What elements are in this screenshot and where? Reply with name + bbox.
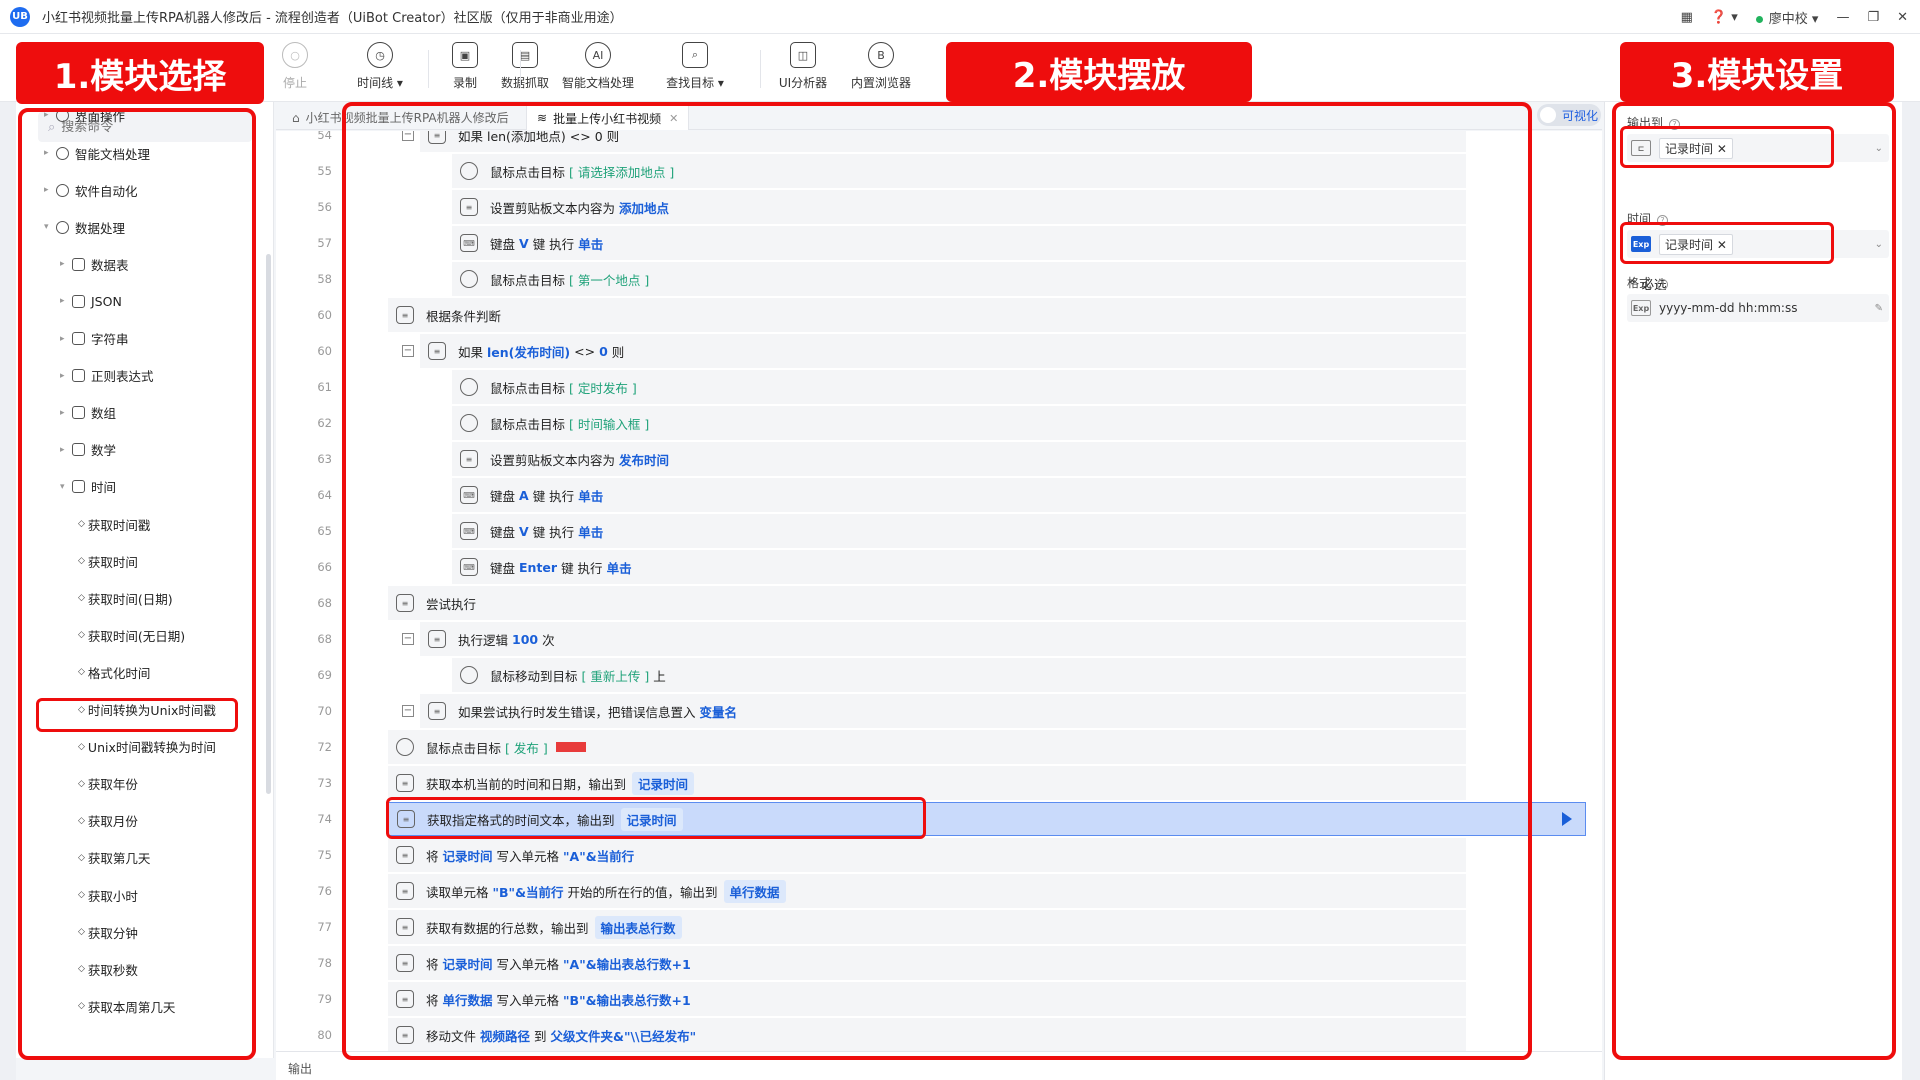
right-rail bbox=[1902, 102, 1920, 1080]
title-bar: UB 小红书视频批量上传RPA机器人修改后 - 流程创造者（UiBot Crea… bbox=[0, 0, 1920, 34]
line-number: 58 bbox=[317, 272, 332, 286]
data-scrape-icon: ▤ bbox=[512, 42, 538, 68]
line-number: 72 bbox=[317, 740, 332, 754]
line-number: 63 bbox=[317, 452, 332, 466]
browser-icon: B bbox=[868, 42, 894, 68]
run-step-icon[interactable] bbox=[1562, 812, 1572, 826]
line-number: 55 bbox=[317, 164, 332, 178]
toolbar-button-7[interactable]: B 内置浏览器 bbox=[836, 42, 926, 91]
line-number: 60 bbox=[317, 308, 332, 322]
line-number: 60 bbox=[317, 344, 332, 358]
line-number: 77 bbox=[317, 920, 332, 934]
ai-doc-icon: AI bbox=[585, 42, 611, 68]
stop-icon: ○ bbox=[282, 42, 308, 68]
output-label: 输出 bbox=[288, 1062, 313, 1076]
line-number: 68 bbox=[317, 632, 332, 646]
line-number: 75 bbox=[317, 848, 332, 862]
annotation-label-1: 1.模块选择 bbox=[16, 42, 264, 104]
annotation-box-1 bbox=[18, 108, 256, 1060]
annotation-highlight-time-field bbox=[1620, 222, 1834, 264]
toolbar-separator bbox=[520, 50, 521, 88]
find-target-icon: ⌕ bbox=[682, 42, 708, 68]
annotation-highlight-format-time bbox=[36, 698, 238, 732]
toolbar-button-4[interactable]: AI 智能文档处理 bbox=[553, 42, 643, 91]
toolbar-label: UI分析器 bbox=[778, 76, 828, 90]
annotation-label-2: 2.模块摆放 bbox=[946, 42, 1252, 102]
visual-toggle[interactable]: 可视化 bbox=[1537, 104, 1601, 126]
line-number: 74 bbox=[317, 812, 332, 826]
toolbar-separator bbox=[760, 50, 761, 88]
line-number: 73 bbox=[317, 776, 332, 790]
line-number: 70 bbox=[317, 704, 332, 718]
toggle-knob bbox=[1540, 107, 1556, 123]
window-title: 小红书视频批量上传RPA机器人修改后 - 流程创造者（UiBot Creator… bbox=[42, 11, 623, 26]
toolbar-label: 时间线 ▾ bbox=[357, 76, 403, 90]
layout-icon[interactable]: ▦ bbox=[1681, 10, 1693, 25]
line-number: 62 bbox=[317, 416, 332, 430]
line-number: 80 bbox=[317, 1028, 332, 1042]
line-number: 76 bbox=[317, 884, 332, 898]
user-name: 廖中校 bbox=[1768, 11, 1808, 27]
annotation-label-3: 3.模块设置 bbox=[1620, 42, 1894, 102]
left-rail bbox=[0, 102, 16, 1080]
line-number: 56 bbox=[317, 200, 332, 214]
home-icon: ⌂ bbox=[292, 110, 300, 125]
line-number: 54 bbox=[317, 131, 332, 142]
ui-analyzer-icon: ◫ bbox=[790, 42, 816, 68]
annotation-highlight-output-field bbox=[1620, 126, 1834, 168]
user-menu[interactable]: 廖中校 ▾ bbox=[1755, 8, 1818, 27]
online-status-icon bbox=[1755, 15, 1763, 23]
line-number: 69 bbox=[317, 668, 332, 682]
close-icon[interactable]: ✕ bbox=[1897, 10, 1908, 25]
command-panel-scrollbar[interactable] bbox=[266, 254, 271, 794]
line-number: 57 bbox=[317, 236, 332, 250]
toolbar-label: 内置浏览器 bbox=[850, 76, 911, 90]
help-icon[interactable]: ❓ ▾ bbox=[1711, 10, 1738, 25]
visual-toggle-label: 可视化 bbox=[1562, 108, 1599, 123]
line-number: 79 bbox=[317, 992, 332, 1006]
line-number: 65 bbox=[317, 524, 332, 538]
minimize-icon[interactable]: — bbox=[1836, 10, 1849, 25]
title-bar-controls: ▦ ❓ ▾ 廖中校 ▾ — ❐ ✕ bbox=[1681, 0, 1908, 34]
line-number: 61 bbox=[317, 380, 332, 394]
line-number: 78 bbox=[317, 956, 332, 970]
annotation-highlight-selected-step bbox=[386, 797, 926, 839]
toolbar-button-5[interactable]: ⌕ 查找目标 ▾ bbox=[650, 42, 740, 91]
clock-icon: ◷ bbox=[367, 42, 393, 68]
record-icon: ▣ bbox=[452, 42, 478, 68]
annotation-box-2 bbox=[342, 102, 1532, 1060]
line-number: 68 bbox=[317, 596, 332, 610]
toolbar-label: 智能文档处理 bbox=[561, 76, 634, 90]
app-logo-icon: UB bbox=[10, 6, 30, 27]
line-number: 64 bbox=[317, 488, 332, 502]
toolbar-label: 查找目标 ▾ bbox=[666, 76, 724, 90]
line-number: 66 bbox=[317, 560, 332, 574]
toolbar-button-1[interactable]: ◷ 时间线 ▾ bbox=[335, 42, 425, 91]
restore-icon[interactable]: ❐ bbox=[1867, 10, 1879, 25]
toolbar-separator bbox=[428, 50, 429, 88]
toolbar-button-6[interactable]: ◫ UI分析器 bbox=[758, 42, 848, 91]
